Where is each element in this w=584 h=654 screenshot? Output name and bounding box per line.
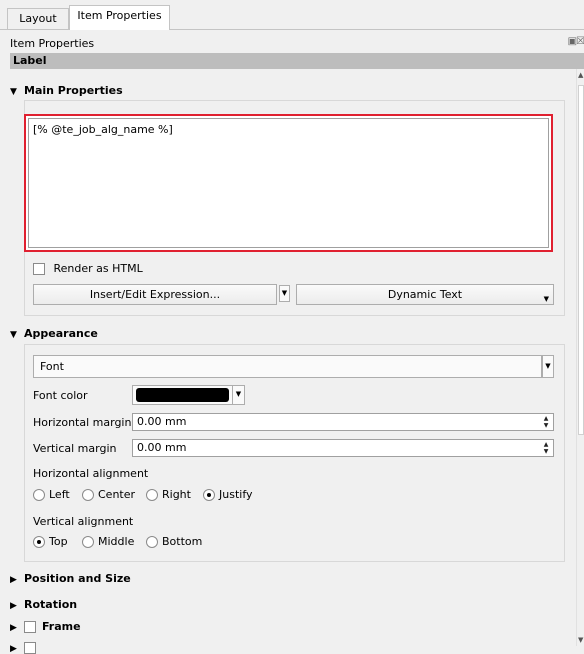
label-text-value[interactable]: [% @te_job_alg_name %]: [28, 118, 549, 248]
font-color-button[interactable]: ▼: [132, 385, 245, 405]
vertical-margin-label: Vertical margin: [33, 442, 117, 455]
group-background-partial[interactable]: ▶: [10, 641, 36, 654]
v-align-top-label: Top: [49, 535, 68, 548]
vertical-alignment-label: Vertical alignment: [33, 515, 134, 528]
dynamic-text-button[interactable]: Dynamic Text ▼: [296, 284, 554, 305]
v-align-bottom[interactable]: Bottom: [146, 535, 202, 548]
group-frame[interactable]: ▶ Frame: [10, 620, 81, 633]
group-title-main-properties: Main Properties: [24, 84, 123, 97]
group-position-size[interactable]: ▶ Position and Size: [10, 572, 131, 585]
group-title-position-size: Position and Size: [24, 572, 131, 585]
group-title-rotation: Rotation: [24, 598, 78, 611]
v-align-top[interactable]: Top: [33, 535, 68, 548]
h-align-right[interactable]: Right: [146, 488, 191, 501]
caret-down-icon: ▼: [543, 295, 549, 303]
horizontal-margin-label: Horizontal margin: [33, 416, 132, 429]
label-text-editor[interactable]: [% @te_job_alg_name %]: [24, 114, 553, 252]
chevron-right-icon: ▶: [10, 601, 17, 611]
tab-bar: Layout Item Properties: [0, 0, 584, 30]
group-appearance[interactable]: ▼ Appearance: [10, 327, 98, 340]
frame-checkbox[interactable]: [24, 621, 36, 633]
font-color-swatch: [136, 388, 229, 402]
chevron-right-icon: ▶: [10, 623, 17, 633]
h-align-right-label: Right: [162, 488, 191, 501]
v-align-middle[interactable]: Middle: [82, 535, 134, 548]
font-button[interactable]: Font: [33, 355, 542, 378]
expression-dropdown-icon[interactable]: ▼: [279, 285, 290, 302]
tab-layout[interactable]: Layout: [7, 8, 69, 30]
group-title-frame: Frame: [42, 620, 81, 633]
h-align-center[interactable]: Center: [82, 488, 135, 501]
radio-button[interactable]: [146, 489, 158, 501]
radio-button[interactable]: [82, 489, 94, 501]
dynamic-text-label: Dynamic Text: [387, 288, 463, 301]
section-header-label: Label: [10, 53, 584, 69]
font-color-label: Font color: [33, 389, 88, 402]
dock-float-close-icons[interactable]: ▣☒: [568, 36, 584, 47]
group-rotation[interactable]: ▶ Rotation: [10, 598, 77, 611]
render-html-row[interactable]: Render as HTML: [33, 262, 143, 275]
radio-button[interactable]: [82, 536, 94, 548]
vertical-margin-input[interactable]: 0.00 mm ▲ ▼: [132, 439, 554, 457]
render-html-checkbox[interactable]: [33, 263, 45, 275]
radio-button[interactable]: [146, 536, 158, 548]
radio-button-selected[interactable]: [33, 536, 45, 548]
horizontal-margin-value: 0.00 mm: [137, 415, 187, 428]
horizontal-margin-input[interactable]: 0.00 mm ▲ ▼: [132, 413, 554, 431]
horizontal-alignment-label: Horizontal alignment: [33, 467, 149, 480]
group-main-properties[interactable]: ▼ Main Properties: [10, 84, 123, 97]
h-align-justify-label: Justify: [219, 488, 253, 501]
scrollbar-thumb[interactable]: [578, 85, 584, 435]
chevron-down-icon: ▼: [10, 87, 17, 97]
h-align-left-label: Left: [49, 488, 70, 501]
tab-item-properties[interactable]: Item Properties: [69, 5, 170, 30]
v-align-middle-label: Middle: [98, 535, 135, 548]
h-align-left[interactable]: Left: [33, 488, 70, 501]
dock-title: Item Properties: [10, 37, 95, 50]
h-align-justify[interactable]: Justify: [203, 488, 253, 501]
insert-edit-expression-button[interactable]: Insert/Edit Expression...: [33, 284, 277, 305]
radio-button-selected[interactable]: [203, 489, 215, 501]
radio-button[interactable]: [33, 489, 45, 501]
spinner-arrows-icon[interactable]: ▲ ▼: [541, 415, 551, 429]
font-dropdown-icon[interactable]: ▼: [542, 355, 554, 378]
color-dropdown-icon[interactable]: ▼: [232, 386, 244, 404]
render-html-label: Render as HTML: [53, 262, 143, 275]
chevron-right-icon: ▶: [10, 575, 17, 585]
v-align-bottom-label: Bottom: [162, 535, 203, 548]
spinner-arrows-icon[interactable]: ▲ ▼: [541, 441, 551, 455]
group-title-appearance: Appearance: [24, 327, 98, 340]
chevron-down-icon: ▼: [10, 330, 17, 340]
vertical-scrollbar[interactable]: ▲ ▼: [576, 69, 584, 646]
h-align-center-label: Center: [98, 488, 136, 501]
scroll-down-icon[interactable]: ▼: [578, 636, 583, 644]
vertical-margin-value: 0.00 mm: [137, 441, 187, 454]
background-checkbox[interactable]: [24, 642, 36, 654]
scroll-up-icon[interactable]: ▲: [578, 71, 583, 79]
